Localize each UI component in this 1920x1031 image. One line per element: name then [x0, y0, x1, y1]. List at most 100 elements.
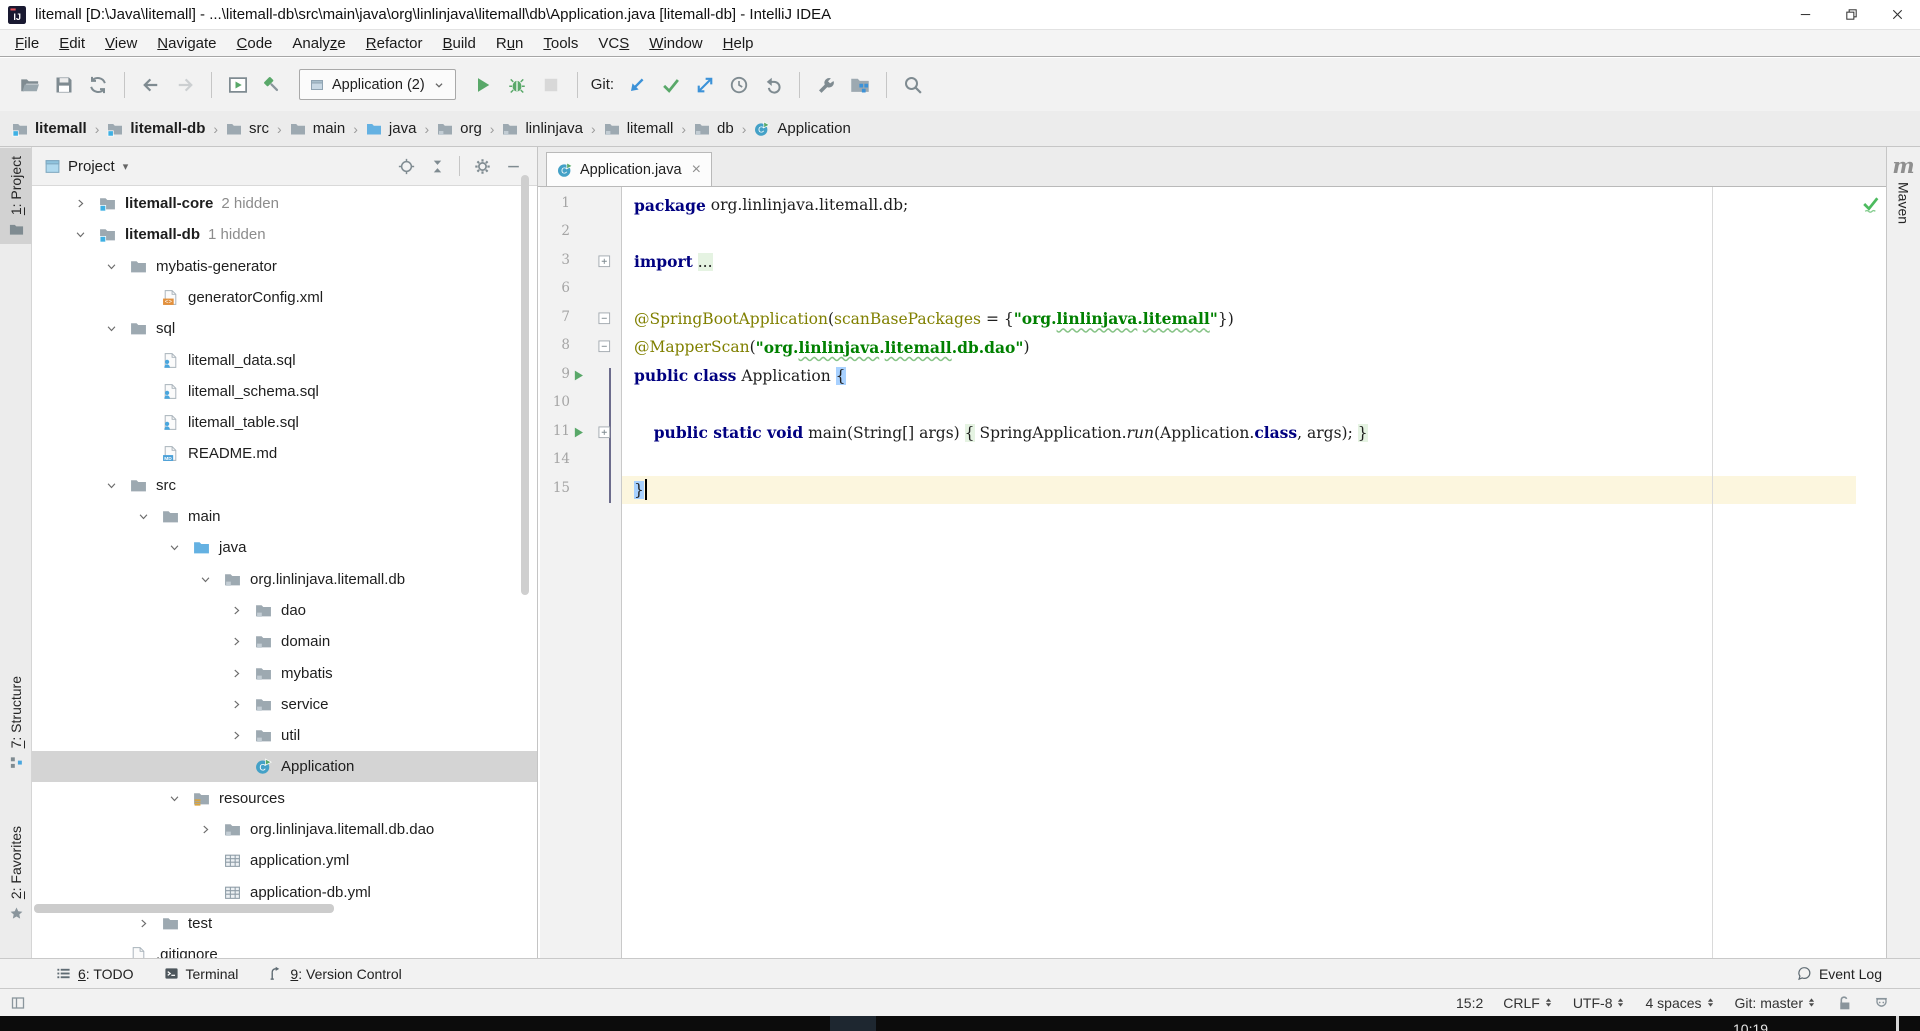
chevron-down-icon[interactable]: [135, 508, 152, 525]
inspections-ok-icon[interactable]: [1860, 193, 1881, 214]
tree-item-litemall-db[interactable]: litemall-db1 hidden: [32, 219, 537, 250]
tree-item-util[interactable]: util: [32, 720, 537, 751]
tree-item-sql[interactable]: sql: [32, 313, 537, 344]
locate-button[interactable]: [394, 154, 418, 178]
chevron-down-icon[interactable]: [197, 571, 214, 588]
code-line-3[interactable]: import ...: [622, 248, 1856, 276]
build-project-button[interactable]: [255, 69, 289, 101]
settings-button[interactable]: [809, 69, 843, 101]
breadcrumb-org[interactable]: org: [437, 120, 482, 137]
chevron-right-icon[interactable]: [197, 821, 214, 838]
code-line-15[interactable]: }: [622, 476, 1856, 504]
chevron-down-icon[interactable]: [72, 226, 89, 243]
taskbar-show-desktop[interactable]: [1896, 1016, 1899, 1031]
indent-style-widget[interactable]: 4 spaces: [1645, 995, 1714, 1011]
commit-button[interactable]: [654, 69, 688, 101]
tool-window-tab-2-favorites[interactable]: 2: Favorites: [0, 818, 32, 930]
code-editor[interactable]: package org.linlinjava.litemall.db; impor…: [622, 187, 1856, 958]
fold-marker-minus-icon[interactable]: [598, 312, 611, 325]
menu-file[interactable]: File: [5, 35, 49, 52]
code-line-6[interactable]: [622, 276, 1856, 304]
breadcrumb-litemall[interactable]: litemall: [12, 120, 87, 137]
tree-item-readme-md[interactable]: MDREADME.md: [32, 438, 537, 469]
update-project-button[interactable]: [620, 69, 654, 101]
menu-run[interactable]: Run: [486, 35, 534, 52]
tree-item-mybatis[interactable]: mybatis: [32, 658, 537, 689]
tree-item-dao[interactable]: dao: [32, 595, 537, 626]
tree-item-org-linlinjava-litemall-db[interactable]: org.linlinjava.litemall.db: [32, 564, 537, 595]
code-line-9[interactable]: public class Application {: [622, 362, 1856, 390]
encoding-widget[interactable]: UTF-8: [1573, 995, 1626, 1011]
hide-button[interactable]: [501, 154, 525, 178]
tab-application-java[interactable]: C Application.java ×: [546, 152, 712, 186]
toolwindow-toggle-icon[interactable]: [10, 995, 26, 1011]
menu-tools[interactable]: Tools: [533, 35, 588, 52]
restore-button[interactable]: [1828, 0, 1874, 29]
highlighting-level-widget[interactable]: [1873, 994, 1890, 1011]
menu-vcs[interactable]: VCS: [588, 35, 639, 52]
taskbar-app-button[interactable]: [830, 1016, 876, 1031]
chevron-down-icon[interactable]: [166, 790, 183, 807]
tool-window-button-event-log[interactable]: Event Log: [1797, 966, 1882, 982]
run-configuration-combo[interactable]: Application (2): [299, 69, 456, 100]
project-tree-vertical-scrollbar[interactable]: [521, 175, 529, 595]
breadcrumb-application[interactable]: CApplication: [754, 120, 850, 137]
tree-item-litemall-table-sql[interactable]: litemall_table.sql: [32, 407, 537, 438]
tab-maven[interactable]: m Maven: [1887, 155, 1920, 224]
breadcrumb-java[interactable]: java: [366, 120, 417, 137]
breadcrumb-linlinjava[interactable]: linlinjava: [502, 120, 583, 137]
tree-item-src[interactable]: src: [32, 470, 537, 501]
rollback-button[interactable]: [756, 69, 790, 101]
code-line-8[interactable]: @MapperScan("org.linlinjava.litemall.db.…: [622, 333, 1856, 361]
search-everywhere-button[interactable]: [896, 69, 930, 101]
tree-item-java[interactable]: java: [32, 532, 537, 563]
breadcrumb-litemall[interactable]: litemall: [604, 120, 674, 137]
breadcrumb-src[interactable]: src: [226, 120, 269, 137]
chevron-right-icon[interactable]: [228, 696, 245, 713]
menu-help[interactable]: Help: [713, 35, 764, 52]
tree-item-litemall-core[interactable]: litemall-core2 hidden: [32, 188, 537, 219]
chevron-right-icon[interactable]: [135, 915, 152, 932]
code-line-1[interactable]: package org.linlinjava.litemall.db;: [622, 191, 1856, 219]
tree-item-application-db-yml[interactable]: application-db.yml: [32, 877, 537, 908]
run-line-icon[interactable]: [572, 426, 585, 439]
collapse-all-button[interactable]: [425, 154, 449, 178]
code-line-7[interactable]: @SpringBootApplication(scanBasePackages …: [622, 305, 1856, 333]
chevron-right-icon[interactable]: [228, 633, 245, 650]
breadcrumb-main[interactable]: main: [290, 120, 346, 137]
menu-analyze[interactable]: Analyze: [282, 35, 355, 52]
project-tree[interactable]: litemall-core2 hiddenlitemall-db1 hidden…: [32, 186, 537, 958]
tree-item-service[interactable]: service: [32, 689, 537, 720]
fold-marker-plus-icon[interactable]: [598, 255, 611, 268]
tool-window-tab-1-project[interactable]: 1: Project: [0, 148, 32, 244]
menu-window[interactable]: Window: [639, 35, 712, 52]
run-line-icon[interactable]: [572, 369, 585, 382]
chevron-down-icon[interactable]: [103, 477, 120, 494]
tree-item-generatorconfig-xml[interactable]: <>generatorConfig.xml: [32, 282, 537, 313]
code-line-2[interactable]: [622, 219, 1856, 247]
tree-item-application-yml[interactable]: application.yml: [32, 845, 537, 876]
tool-window-button-6-todo[interactable]: 6: TODO: [56, 966, 134, 982]
read-only-lock-widget[interactable]: [1836, 994, 1853, 1011]
chevron-right-icon[interactable]: [228, 665, 245, 682]
back-button[interactable]: [134, 69, 168, 101]
debug-button[interactable]: [500, 69, 534, 101]
tree-item-org-linlinjava-litemall-db-dao[interactable]: org.linlinjava.litemall.db.dao: [32, 814, 537, 845]
menu-view[interactable]: View: [95, 35, 147, 52]
chevron-down-icon[interactable]: [103, 320, 120, 337]
breadcrumb-db[interactable]: db: [694, 120, 734, 137]
settings-button[interactable]: [470, 154, 494, 178]
chevron-down-icon[interactable]: [166, 539, 183, 556]
tree-item-mybatis-generator[interactable]: mybatis-generator: [32, 251, 537, 282]
tool-window-button-9-version-control[interactable]: 9: Version Control: [268, 966, 401, 982]
tool-window-tab-7-structure[interactable]: 7: Structure: [0, 668, 32, 780]
code-line-11[interactable]: public static void main(String[] args) {…: [622, 419, 1856, 447]
save-all-button[interactable]: [47, 69, 81, 101]
open-button[interactable]: [13, 69, 47, 101]
line-separator-widget[interactable]: CRLF: [1503, 995, 1553, 1011]
tree-item-gitignore[interactable]: .gitignore: [32, 939, 537, 958]
tree-item-resources[interactable]: resources: [32, 783, 537, 814]
project-structure-button[interactable]: [843, 69, 877, 101]
run-button[interactable]: [466, 69, 500, 101]
close-tab-icon[interactable]: ×: [692, 162, 701, 178]
